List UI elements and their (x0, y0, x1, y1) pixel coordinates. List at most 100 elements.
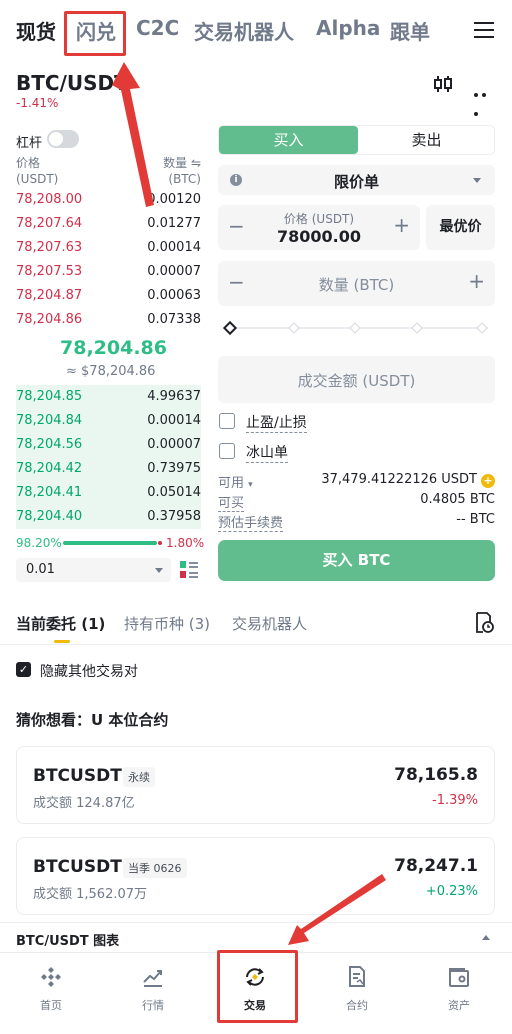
sell-tab[interactable]: 卖出 (358, 126, 495, 154)
bid-row[interactable]: 78,204.85 4.99637 (16, 385, 201, 409)
slider-step-100[interactable] (476, 322, 488, 334)
hamburger-menu-icon[interactable] (474, 22, 494, 39)
hide-other-pairs-checkbox[interactable]: ✓ (16, 662, 31, 677)
sell-ratio-bar (158, 541, 162, 545)
tab-c2c[interactable]: C2C (136, 16, 179, 40)
tab-holdings[interactable]: 持有币种 (3) (124, 613, 210, 634)
orderbook-mid-price[interactable]: 78,204.86 (60, 337, 167, 359)
slider-step-75[interactable] (411, 322, 423, 334)
slider-step-50[interactable] (349, 322, 361, 334)
ask-row[interactable]: 78,207.53 0.00007 (16, 260, 201, 284)
pair-change: -1.41% (16, 96, 59, 110)
ask-row[interactable]: 78,208.00 0.00120 (16, 188, 201, 212)
iceberg-label[interactable]: 冰山单 (246, 442, 288, 463)
bid-quantity: 0.05014 (147, 485, 201, 500)
markets-icon (143, 970, 162, 987)
sell-ratio: 1.80% (166, 536, 205, 550)
tab-alpha[interactable]: Alpha (316, 16, 380, 40)
orderbook-layout-icon[interactable] (180, 560, 198, 580)
bid-row[interactable]: 78,204.40 0.37958 (16, 505, 201, 529)
pair-symbol[interactable]: BTC/USDT (16, 71, 128, 95)
nav-markets[interactable]: 行情 (102, 953, 204, 1023)
fee-label[interactable]: 预估手续费 (218, 512, 284, 532)
buy-tab[interactable]: 买入 (219, 126, 358, 154)
total-input[interactable]: 成交金额 (USDT) (218, 356, 495, 403)
best-price-button[interactable]: 最优价 (426, 205, 495, 250)
leverage-label: 杠杆 (16, 136, 43, 151)
suggestion-title: 猜你想看：U 本位合约 (16, 711, 169, 729)
futures-card-quarterly[interactable]: BTCUSDT 当季 0626 成交额 1,562.07万 78,247.1 +… (16, 837, 495, 915)
card-volume: 成交额 1,562.07万 (33, 887, 148, 902)
tab-indicator (54, 640, 70, 643)
quantity-increase-button[interactable]: + (468, 269, 485, 293)
chevron-up-icon (482, 935, 490, 940)
home-icon (41, 967, 61, 987)
slider-step-25[interactable] (288, 322, 300, 334)
fee-row: 预估手续费 -- BTC (218, 512, 495, 532)
bid-row[interactable]: 78,204.56 0.00007 (16, 433, 201, 457)
available-row: 可用 ▾ 37,479.41222126 USDT + (218, 472, 495, 491)
tab-bots[interactable]: 交易机器人 (232, 613, 307, 634)
ask-row[interactable]: 78,207.64 0.01277 (16, 212, 201, 236)
more-dots-icon[interactable] (474, 82, 496, 116)
nav-markets-label: 行情 (142, 999, 164, 1012)
nav-home[interactable]: 首页 (0, 953, 102, 1023)
tp-sl-label[interactable]: 止盈/止损 (246, 412, 307, 433)
order-type-select[interactable]: i 限价单 (218, 165, 495, 195)
price-increase-button[interactable]: + (393, 213, 410, 237)
card-change: -1.39% (432, 793, 478, 808)
tp-sl-checkbox[interactable] (219, 413, 235, 429)
price-value[interactable]: 78000.00 (218, 227, 420, 246)
nav-assets[interactable]: 资产 (408, 953, 510, 1023)
can-buy-value: 0.4805 BTC (420, 492, 495, 507)
futures-icon (349, 966, 365, 987)
candlestick-chart-icon[interactable] (433, 74, 453, 94)
price-input[interactable]: − 价格 (USDT) 78000.00 + (218, 205, 420, 250)
buy-btc-button[interactable]: 买入 BTC (218, 540, 495, 581)
chevron-down-icon (155, 568, 163, 573)
ask-row[interactable]: 78,204.86 0.07338 (16, 308, 201, 332)
available-label[interactable]: 可用 ▾ (218, 472, 253, 491)
precision-select[interactable]: 0.01 (16, 558, 171, 582)
iceberg-checkbox[interactable] (219, 443, 235, 459)
hide-other-pairs-label[interactable]: 隐藏其他交易对 (40, 661, 138, 681)
bid-row[interactable]: 78,204.42 0.73975 (16, 457, 201, 481)
bid-price: 78,204.85 (16, 389, 83, 404)
futures-card-perpetual[interactable]: BTCUSDT 永续 成交额 124.87亿 78,165.8 -1.39% (16, 746, 495, 824)
nav-home-label: 首页 (40, 999, 62, 1012)
order-type-value: 限价单 (333, 173, 379, 191)
can-buy-row: 可买 0.4805 BTC (218, 492, 495, 512)
ask-price: 78,207.53 (16, 264, 83, 279)
card-tag: 永续 (123, 767, 155, 787)
buy-ratio: 98.20% (16, 536, 62, 550)
deposit-plus-icon[interactable]: + (481, 474, 495, 488)
tab-open-orders[interactable]: 当前委托 (1) (16, 613, 105, 634)
total-placeholder: 成交金额 (USDT) (297, 372, 416, 390)
ask-quantity: 0.00120 (147, 192, 201, 207)
quantity-input[interactable]: − 数量 (BTC) + (218, 261, 495, 306)
trade-highlight-box (217, 950, 298, 1023)
order-history-icon[interactable] (474, 612, 494, 634)
ask-quantity: 0.00063 (147, 288, 201, 303)
orderbook-qty-header[interactable]: 数量 ⇋ (BTC) (150, 155, 201, 187)
ask-row[interactable]: 78,207.63 0.00014 (16, 236, 201, 260)
ask-row[interactable]: 78,204.87 0.00063 (16, 284, 201, 308)
bid-quantity: 4.99637 (147, 389, 201, 404)
chart-toggle-bar[interactable]: BTC/USDT 图表 (0, 922, 512, 952)
card-symbol: BTCUSDT (33, 857, 122, 877)
bid-price: 78,204.84 (16, 413, 83, 428)
convert-highlight-box (64, 11, 126, 56)
slider-knob[interactable] (222, 320, 238, 336)
ask-price: 78,204.87 (16, 288, 83, 303)
bid-row[interactable]: 78,204.84 0.00014 (16, 409, 201, 433)
leverage-toggle[interactable] (47, 130, 79, 148)
tab-spot[interactable]: 现货 (16, 16, 56, 45)
bid-quantity: 0.00014 (147, 413, 201, 428)
tab-trading-bots[interactable]: 交易机器人 (194, 16, 294, 45)
amount-slider[interactable] (222, 320, 488, 336)
tab-copy-trading[interactable]: 跟单 (390, 16, 430, 45)
nav-futures[interactable]: 合约 (306, 953, 408, 1023)
available-value: 37,479.41222126 USDT + (321, 472, 495, 488)
bid-row[interactable]: 78,204.41 0.05014 (16, 481, 201, 505)
ask-quantity: 0.00007 (147, 264, 201, 279)
